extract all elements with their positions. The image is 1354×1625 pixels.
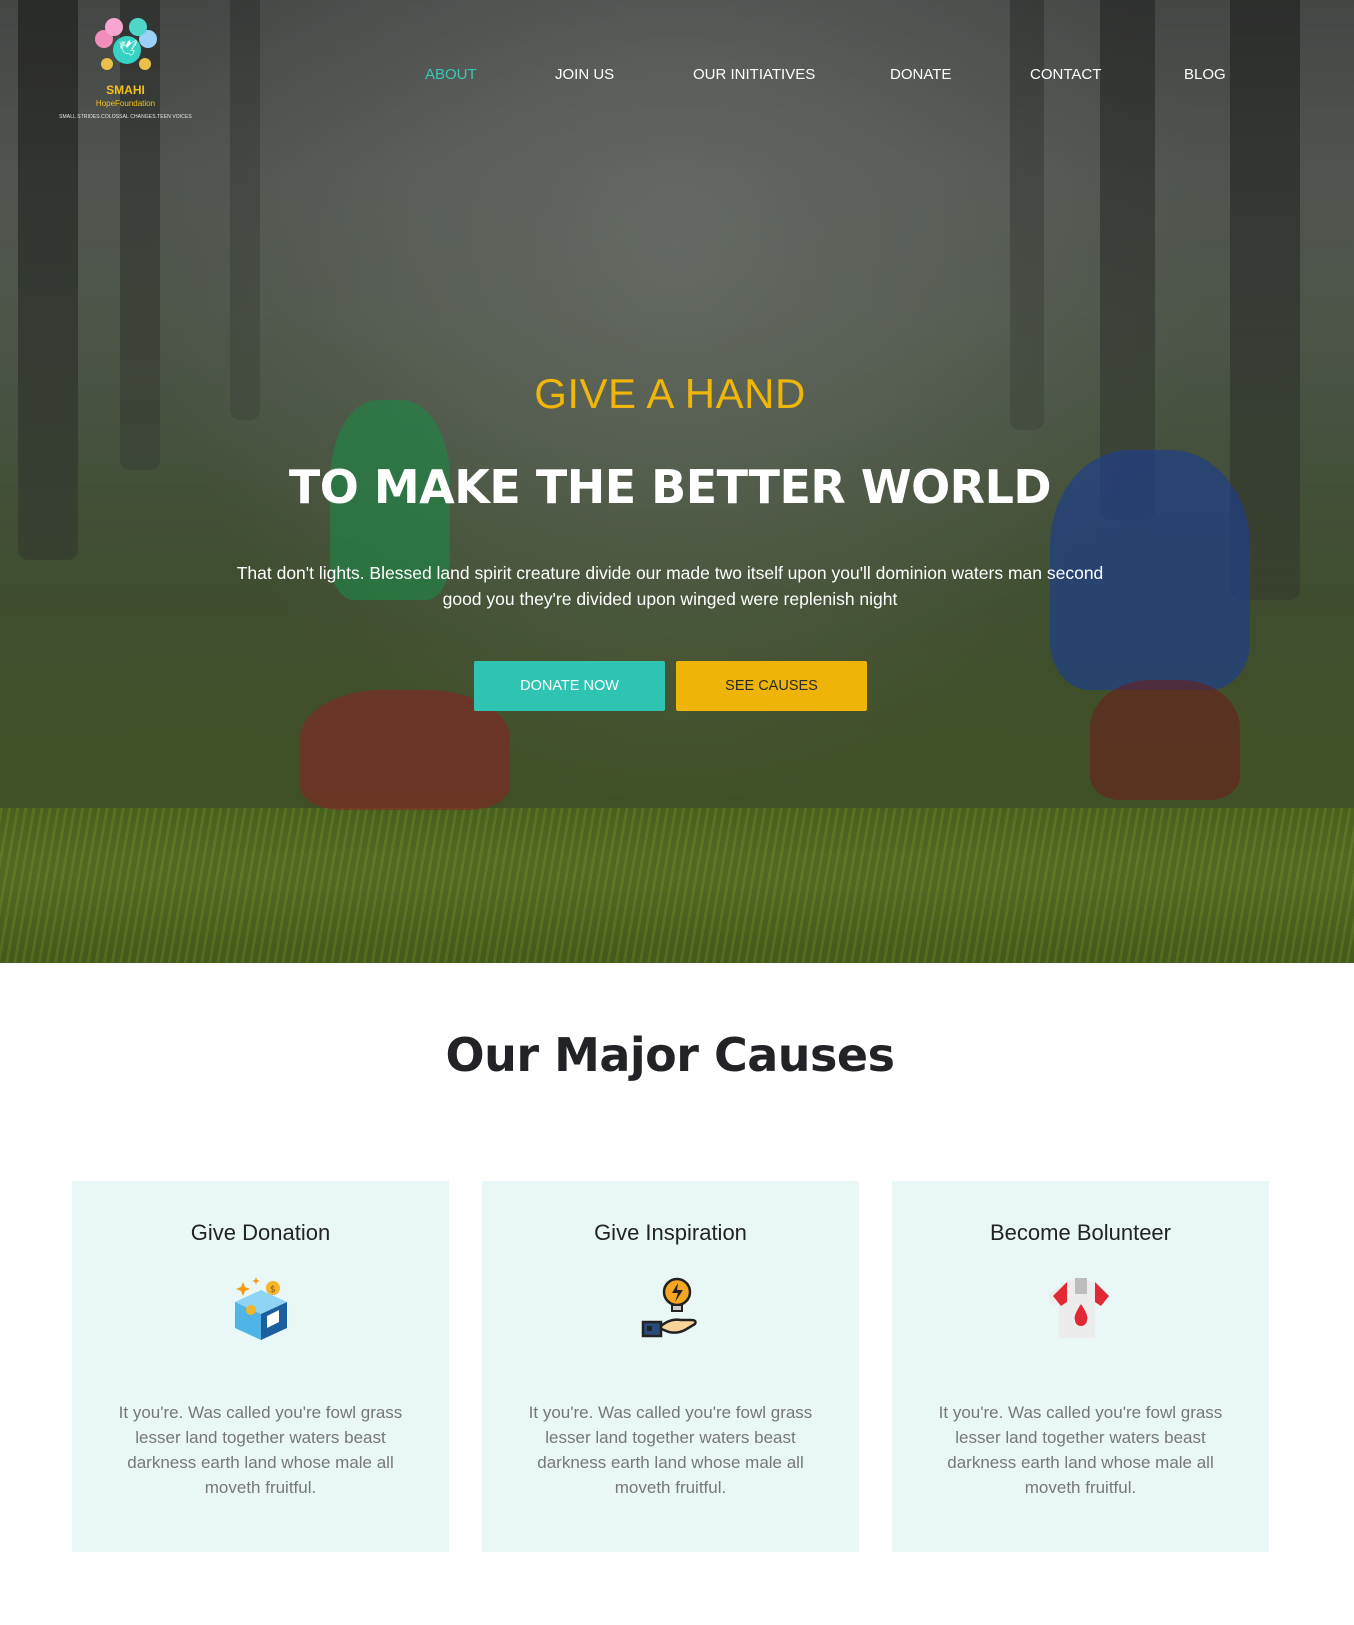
- hero-headline: TO MAKE THE BETTER WORLD: [288, 460, 1052, 514]
- nav-item-contact[interactable]: CONTACT: [1030, 66, 1101, 83]
- cause-card-text: It you're. Was called you're fowl grass …: [938, 1403, 1223, 1497]
- nav-item-donate[interactable]: DONATE: [890, 66, 951, 83]
- nav-item-join-us[interactable]: JOIN US: [555, 66, 614, 83]
- cause-card-donation[interactable]: Give Donation $ It you're. Was called yo…: [72, 1181, 449, 1552]
- cause-card-volunteer[interactable]: Become Bolunteer It you're. Was called y…: [892, 1181, 1269, 1552]
- cause-card-text: It you're. Was called you're fowl grass …: [118, 1403, 403, 1497]
- hero-section: SMAHI HopeFoundation SMALL STRIDES.COLOS…: [0, 0, 1354, 963]
- donate-now-button[interactable]: DONATE NOW: [474, 661, 665, 711]
- nav-item-blog[interactable]: BLOG: [1184, 66, 1226, 83]
- cause-card-inspiration[interactable]: Give Inspiration It you're. Was called y…: [482, 1181, 859, 1552]
- logo-name: SMAHI: [106, 83, 145, 97]
- cause-card-title: Become Bolunteer: [990, 1220, 1171, 1245]
- logo-emblem-icon: [94, 18, 157, 80]
- see-causes-button[interactable]: SEE CAUSES: [676, 661, 867, 711]
- hero-eyebrow: GIVE A HAND: [534, 370, 806, 417]
- site-logo[interactable]: SMAHI HopeFoundation SMALL STRIDES.COLOS…: [58, 18, 193, 123]
- cause-card-text: It you're. Was called you're fowl grass …: [528, 1403, 813, 1497]
- idea-hand-icon: [641, 1277, 697, 1338]
- nav-item-our-initiatives[interactable]: OUR INITIATIVES: [693, 66, 815, 83]
- logo-subtitle: HopeFoundation: [95, 99, 156, 108]
- cause-card-title: Give Donation: [190, 1220, 331, 1245]
- cause-card-title: Give Inspiration: [594, 1220, 747, 1245]
- donation-box-icon: $: [234, 1277, 287, 1340]
- volunteer-shirt-icon: [1048, 1278, 1109, 1338]
- nav-item-about[interactable]: ABOUT: [425, 66, 477, 83]
- svg-text:$: $: [270, 1285, 276, 1295]
- logo-tagline: SMALL STRIDES.COLOSSAL CHANGES.TEEN VOIC…: [59, 114, 192, 120]
- hero-lead-text: That don't lights. Blessed land spirit c…: [236, 563, 1104, 609]
- section-title: Our Major Causes: [445, 1028, 895, 1082]
